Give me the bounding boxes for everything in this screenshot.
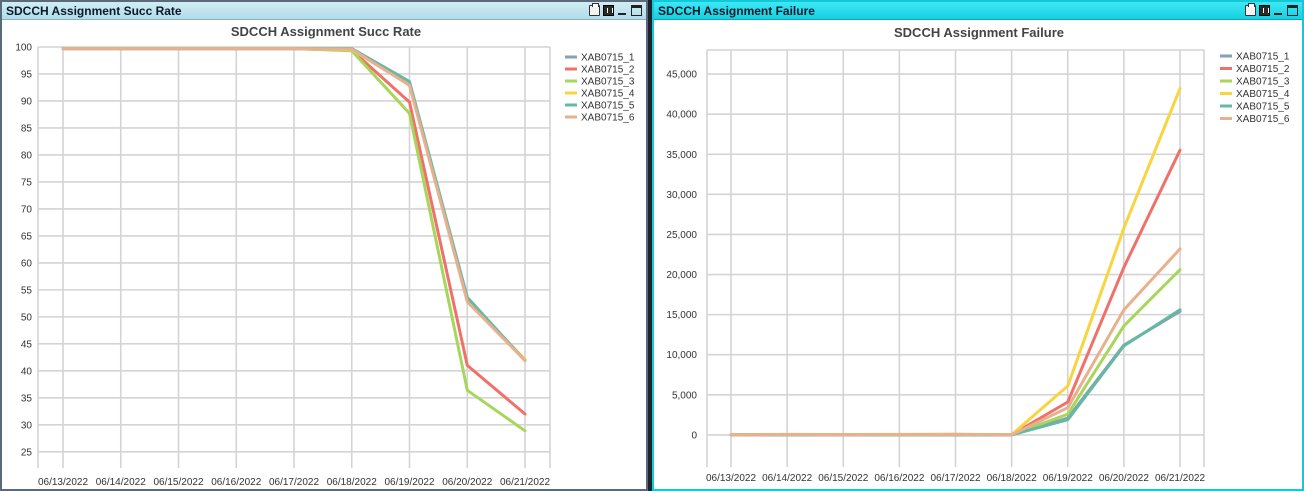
print-icon[interactable]: [1245, 3, 1256, 16]
minimize-icon[interactable]: [1273, 5, 1284, 16]
succ-rate-chart-title: SDCCH Assignment Succ Rate: [231, 24, 421, 39]
failure-x-tick-label: 06/14/2022: [762, 473, 812, 484]
succ-rate-x-tick-label: 06/17/2022: [269, 477, 319, 488]
succ-rate-x-tick-label: 06/13/2022: [38, 477, 88, 488]
succ-rate-y-tick-label: 50: [21, 312, 33, 323]
failure-window-controls: [1245, 3, 1298, 17]
succ-rate-y-tick-label: 60: [21, 258, 33, 269]
minimize-icon[interactable]: [617, 5, 628, 16]
succ-rate-legend-label: XAB0715_6: [581, 113, 635, 124]
failure-y-tick-label: 40,000: [666, 110, 697, 121]
maximize-icon[interactable]: [631, 5, 642, 16]
failure-y-tick-label: 45,000: [666, 70, 697, 81]
failure-x-tick-label: 06/19/2022: [1043, 473, 1093, 484]
succ-rate-y-tick-label: 35: [21, 393, 33, 404]
succ-rate-y-tick-label: 80: [21, 150, 33, 161]
succ-rate-y-tick-label: 40: [21, 366, 33, 377]
failure-y-tick-label: 0: [691, 430, 697, 441]
succ-rate-y-tick-label: 70: [21, 204, 33, 215]
failure-legend-label: XAB0715_3: [1236, 77, 1290, 88]
succ-rate-y-tick-label: 85: [21, 123, 33, 134]
succ-rate-x-tick-label: 06/21/2022: [500, 477, 550, 488]
succ-rate-y-tick-label: 90: [21, 96, 33, 107]
succ-rate-legend-label: XAB0715_4: [581, 89, 635, 100]
maximize-icon[interactable]: [1287, 5, 1298, 16]
succ-rate-y-tick-label: 65: [21, 231, 33, 242]
succ-rate-legend-label: XAB0715_1: [581, 53, 635, 64]
failure-x-tick-label: 06/17/2022: [930, 473, 980, 484]
failure-x-tick-label: 06/15/2022: [818, 473, 868, 484]
succ-rate-y-tick-label: 45: [21, 339, 33, 350]
succ-rate-y-tick-label: 25: [21, 447, 33, 458]
failure-panel: SDCCH Assignment Failure SDCCH Assignmen…: [652, 0, 1304, 491]
failure-legend-label: XAB0715_5: [1236, 102, 1290, 113]
failure-x-tick-label: 06/13/2022: [706, 473, 756, 484]
succ-rate-panel: SDCCH Assignment Succ Rate SDCCH Assignm…: [0, 0, 648, 491]
succ-rate-y-tick-label: 30: [21, 420, 33, 431]
failure-chart-title: SDCCH Assignment Failure: [894, 25, 1064, 40]
failure-y-tick-label: 25,000: [666, 230, 697, 241]
succ-rate-window-controls: [589, 3, 642, 17]
succ-rate-legend-label: XAB0715_5: [581, 101, 635, 112]
failure-y-tick-label: 20,000: [666, 270, 697, 281]
succ-rate-legend-label: XAB0715_2: [581, 65, 635, 76]
failure-y-tick-label: 5,000: [672, 390, 697, 401]
succ-rate-y-tick-label: 95: [21, 69, 33, 80]
print-icon[interactable]: [589, 3, 600, 16]
succ-rate-y-tick-label: 55: [21, 285, 33, 296]
failure-x-tick-label: 06/16/2022: [874, 473, 924, 484]
succ-rate-titlebar: SDCCH Assignment Succ Rate: [2, 2, 646, 20]
failure-y-tick-label: 30,000: [666, 190, 697, 201]
succ-rate-legend-label: XAB0715_3: [581, 77, 635, 88]
succ-rate-x-tick-label: 06/18/2022: [327, 477, 377, 488]
succ-rate-x-tick-label: 06/14/2022: [96, 477, 146, 488]
failure-chart: SDCCH Assignment Failure 45,000 40,000 35,0…: [666, 25, 1290, 484]
send-to-excel-icon[interactable]: [603, 5, 614, 16]
send-to-excel-icon[interactable]: [1259, 5, 1270, 16]
failure-x-tick-label: 06/20/2022: [1099, 473, 1149, 484]
succ-rate-panel-title: SDCCH Assignment Succ Rate: [6, 4, 182, 18]
failure-y-tick-label: 35,000: [666, 150, 697, 161]
succ-rate-x-tick-label: 06/15/2022: [153, 477, 203, 488]
failure-legend-label: XAB0715_4: [1236, 89, 1290, 100]
failure-x-tick-label: 06/18/2022: [987, 473, 1037, 484]
failure-y-tick-label: 10,000: [666, 350, 697, 361]
failure-titlebar: SDCCH Assignment Failure: [654, 2, 1302, 20]
failure-legend-label: XAB0715_6: [1236, 114, 1290, 125]
succ-rate-x-tick-label: 06/19/2022: [384, 477, 434, 488]
failure-panel-title: SDCCH Assignment Failure: [658, 4, 815, 18]
failure-legend-label: XAB0715_1: [1236, 52, 1290, 63]
succ-rate-y-tick-label: 75: [21, 177, 33, 188]
succ-rate-y-tick-label: 100: [15, 43, 32, 54]
succ-rate-chart: SDCCH Assignment Succ Rate 100 95 90 85 80 75 7…: [15, 24, 635, 488]
succ-rate-x-tick-label: 06/16/2022: [211, 477, 261, 488]
succ-rate-x-tick-label: 06/20/2022: [442, 477, 492, 488]
failure-legend-label: XAB0715_2: [1236, 64, 1290, 75]
failure-x-tick-label: 06/21/2022: [1155, 473, 1205, 484]
failure-y-tick-label: 15,000: [666, 310, 697, 321]
